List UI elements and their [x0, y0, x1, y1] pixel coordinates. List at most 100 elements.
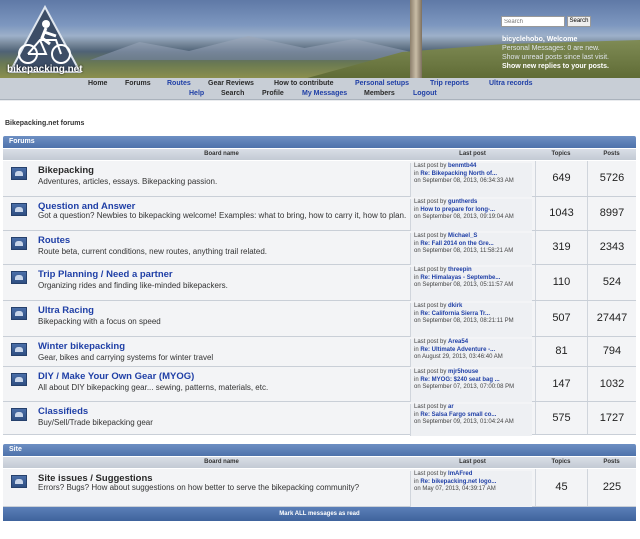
in-label: in	[414, 310, 419, 317]
last-post-label: Last post by	[414, 369, 447, 375]
nav-gear-reviews[interactable]: Gear Reviews	[208, 80, 254, 87]
last-post-info: Last post by Michael_S in Re: Fall 2014 o…	[410, 233, 532, 266]
nav-personal-setups[interactable]: Personal setups	[355, 80, 409, 87]
nav-logout[interactable]: Logout	[413, 90, 437, 97]
nav-trip-reports[interactable]: Trip reports	[430, 80, 469, 87]
board-status-icon[interactable]	[11, 307, 27, 320]
topics-count: 110	[552, 276, 571, 288]
last-post-date: on September 08, 2013, 05:11:57 AM	[414, 282, 514, 289]
section-header-forums[interactable]: Forums	[3, 136, 636, 148]
last-post-topic-link[interactable]: Re: Fall 2014 on the Gre...	[420, 241, 493, 247]
header-pole	[410, 0, 422, 78]
topics-count: 45	[555, 481, 568, 493]
page-title: Bikepacking.net forums	[5, 120, 85, 127]
posts-count: 5726	[599, 172, 625, 184]
board-row: Question and Answer Got a question? Newbi…	[3, 197, 636, 232]
last-post-info: Last post by ImAFred in Re: bikepacking.n…	[410, 471, 532, 508]
nav-members[interactable]: Members	[364, 90, 395, 97]
nav-forums[interactable]: Forums	[125, 80, 151, 87]
posts-count: 1727	[599, 411, 625, 424]
last-post-author-link[interactable]: threepin	[448, 267, 472, 273]
topics-count-cell: 575	[535, 402, 587, 434]
board-status-icon[interactable]	[11, 408, 27, 421]
in-label: in	[414, 206, 419, 213]
board-status-icon[interactable]	[11, 271, 27, 284]
nav-my-messages[interactable]: My Messages	[302, 90, 347, 97]
unread-posts-link[interactable]: Show unread posts since last visit.	[502, 53, 609, 62]
board-name-link[interactable]: Trip Planning / Need a partner	[38, 269, 173, 280]
nav-home[interactable]: Home	[88, 80, 107, 87]
board-name-link[interactable]: Winter bikepacking	[38, 341, 125, 352]
nav-routes[interactable]: Routes	[167, 80, 191, 87]
search-input[interactable]	[501, 16, 565, 27]
last-post-author-link[interactable]: Michael_S	[448, 233, 477, 239]
last-post-topic-link[interactable]: Re: bikepacking.net logo...	[420, 479, 496, 485]
posts-count: 2343	[599, 241, 625, 253]
board-status-icon[interactable]	[11, 373, 27, 386]
topics-count: 507	[552, 312, 571, 324]
new-replies-link[interactable]: Show new replies to your posts.	[502, 62, 609, 71]
in-label: in	[414, 274, 419, 281]
last-post-topic-link[interactable]: Re: Ultimate Adventure -...	[420, 347, 495, 353]
board-name-link[interactable]: Classifieds	[38, 406, 88, 417]
posts-count-cell: 524	[587, 265, 636, 300]
last-post-label: Last post by	[414, 163, 447, 169]
column-header-posts: Posts	[603, 459, 620, 465]
topics-count: 319	[552, 241, 571, 253]
posts-count: 1032	[599, 377, 625, 390]
posts-count-cell: 5726	[587, 161, 636, 196]
nav-ultra-records[interactable]: Ultra records	[489, 80, 533, 87]
board-row: Bikepacking Adventures, articles, essays.…	[3, 161, 636, 198]
section-header-site[interactable]: Site	[3, 444, 636, 456]
last-post-topic-link[interactable]: Re: Bikepacking North of...	[420, 171, 497, 177]
in-label: in	[414, 411, 419, 418]
topics-count-cell: 1043	[535, 197, 587, 230]
last-post-info: Last post by guntherds in How to prepare …	[410, 199, 532, 232]
posts-count-cell: 794	[587, 337, 636, 366]
last-post-topic-link[interactable]: How to prepare for long-...	[420, 207, 495, 213]
logo-text[interactable]: bikepacking.net	[7, 64, 83, 75]
board-status-icon[interactable]	[11, 475, 27, 488]
board-name-link[interactable]: DIY / Make Your Own Gear (MYOG)	[38, 371, 194, 382]
posts-count: 8997	[599, 207, 625, 219]
nav-profile[interactable]: Profile	[262, 90, 284, 97]
last-post-label: Last post by	[414, 471, 447, 477]
last-post-topic-link[interactable]: Re: Salsa Fargo small co...	[420, 412, 496, 418]
board-name-link[interactable]: Ultra Racing	[38, 305, 94, 316]
topics-count: 147	[552, 377, 571, 390]
board-status-icon[interactable]	[11, 167, 27, 180]
board-status-icon[interactable]	[11, 343, 27, 356]
board-description: Organizing rides and finding like-minded…	[38, 281, 228, 290]
last-post-topic-link[interactable]: Re: California Sierra Tr...	[420, 311, 490, 317]
in-label: in	[414, 376, 419, 383]
last-post-author-link[interactable]: benmtb44	[448, 163, 476, 169]
board-status-icon[interactable]	[11, 237, 27, 250]
board-name-link[interactable]: Routes	[38, 235, 70, 246]
nav-search[interactable]: Search	[221, 90, 244, 97]
last-post-author-link[interactable]: ImAFred	[448, 471, 472, 477]
last-post-author-link[interactable]: dkirk	[448, 303, 462, 309]
in-label: in	[414, 240, 419, 247]
board-description: Bikepacking with a focus on speed	[38, 317, 161, 326]
main-nav: Home Forums Routes Gear Reviews How to contr…	[0, 78, 640, 100]
last-post-topic-link[interactable]: Re: Himalayas - Septembe...	[420, 275, 500, 281]
board-status-icon[interactable]	[11, 203, 27, 216]
board-name-link[interactable]: Bikepacking	[38, 165, 94, 176]
last-post-author-link[interactable]: mjr5house	[448, 369, 478, 375]
nav-help[interactable]: Help	[189, 90, 204, 97]
last-post-date: on September 07, 2013, 07:00:08 PM	[414, 384, 515, 391]
last-post-topic-link[interactable]: Re: MYOG: $240 seat bag ...	[420, 377, 499, 383]
last-post-author-link[interactable]: ar	[448, 404, 454, 410]
last-post-author-link[interactable]: guntherds	[448, 199, 477, 205]
last-post-author-link[interactable]: Area54	[448, 339, 468, 345]
search-button[interactable]: Search	[567, 16, 591, 27]
topics-count-cell: 319	[535, 231, 587, 264]
mark-all-read-button[interactable]: Mark ALL messages as read	[3, 507, 636, 521]
topics-count-cell: 45	[535, 469, 587, 506]
board-row: Routes Route beta, current conditions, ne…	[3, 231, 636, 266]
last-post-date: on September 08, 2013, 09:19:04 AM	[414, 214, 514, 221]
posts-count: 27447	[596, 312, 628, 324]
nav-how-to-contribute[interactable]: How to contribute	[274, 80, 334, 87]
personal-messages-link[interactable]: Personal Messages: 0 are new.	[502, 44, 609, 53]
welcome-user: bicyclehobo, Welcome	[502, 36, 578, 43]
